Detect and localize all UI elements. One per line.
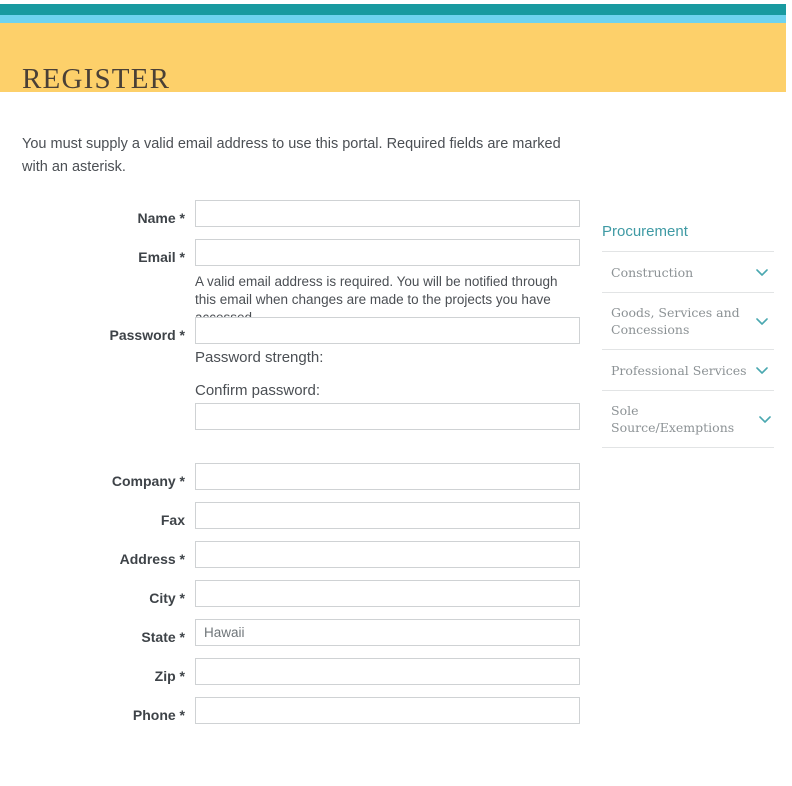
chevron-down-icon[interactable] [758,412,772,426]
zip-label: Zip * [154,668,185,684]
confirm-password-input[interactable] [195,403,580,430]
form-row-company: Company * [0,463,600,502]
sidebar-item-label: Construction [611,264,694,280]
state-label: State * [141,629,185,645]
form-row-phone: Phone * [0,697,600,736]
password-input[interactable] [195,317,580,344]
sidebar-item-professional-services[interactable]: Professional Services [602,350,774,391]
form-row-state: State * [0,619,600,658]
form-row-zip: Zip * [0,658,600,697]
sidebar-heading: Procurement [602,223,774,252]
sidebar-item-label: Goods, Services and Concessions [611,305,740,337]
fax-input[interactable] [195,502,580,529]
sidebar-item-label: Sole Source/Exemptions [611,403,735,435]
intro-text: You must supply a valid email address to… [22,136,561,175]
company-input[interactable] [195,463,580,490]
sidebar-item-construction[interactable]: Construction [602,252,774,293]
chevron-down-icon[interactable] [755,363,769,377]
fax-label: Fax [160,512,185,528]
password-strength-label: Password strength: [195,349,324,366]
sidebar-item-sole-source-exemptions[interactable]: Sole Source/Exemptions [602,391,774,448]
name-label: Name * [137,210,185,226]
top-accent-bar-lightblue [0,15,786,23]
state-input[interactable] [195,619,580,646]
email-label: Email * [138,249,185,265]
zip-input[interactable] [195,658,580,685]
page-title: REGISTER [22,63,171,95]
form-row-address: Address * [0,541,600,580]
procurement-sidebar: Procurement Construction Goods, Services… [602,223,774,448]
email-input[interactable] [195,239,580,266]
page-title-banner: REGISTER [0,23,786,95]
name-input[interactable] [195,200,580,227]
password-label: Password * [109,327,185,343]
form-row-confirm-password [0,403,600,442]
city-label: City * [149,590,185,606]
form-row-city: City * [0,580,600,619]
sidebar-item-label: Professional Services [611,362,747,378]
phone-label: Phone * [132,707,185,723]
phone-input[interactable] [195,697,580,724]
form-row-name: Name * [0,200,600,239]
form-row-fax: Fax [0,502,600,541]
register-page: REGISTER You must supply a valid email a… [0,0,792,786]
city-input[interactable] [195,580,580,607]
address-input[interactable] [195,541,580,568]
chevron-down-icon[interactable] [755,265,769,279]
chevron-down-icon[interactable] [755,314,769,328]
address-label: Address * [119,551,185,567]
sidebar-item-goods-services-concessions[interactable]: Goods, Services and Concessions [602,293,774,350]
company-label: Company * [111,473,185,489]
top-accent-bar-teal [0,4,786,15]
confirm-password-label: Confirm password: [195,382,321,399]
